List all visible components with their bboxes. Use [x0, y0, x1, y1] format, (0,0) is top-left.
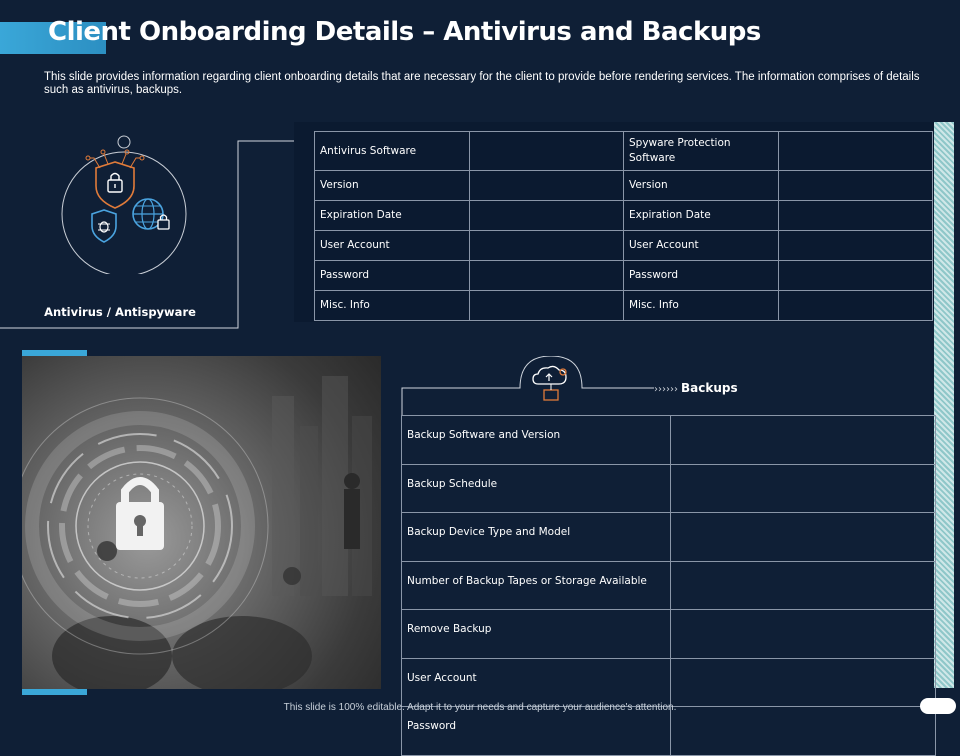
table-row: Password: [401, 706, 937, 756]
cloud-backup-icon: [532, 365, 567, 401]
table-cell-value[interactable]: [468, 230, 624, 261]
table-cell-label: Remove Backup: [401, 609, 671, 659]
table-cell-label: Antivirus Software: [314, 131, 470, 171]
table-row: Backup Schedule: [401, 463, 937, 513]
table-cell-label: Backup Schedule: [401, 463, 671, 513]
table-cell-value[interactable]: [468, 200, 624, 231]
table-row: Misc. Info Misc. Info: [314, 290, 934, 321]
table-cell-value[interactable]: [468, 260, 624, 291]
table-cell-value[interactable]: [468, 170, 624, 201]
footer-note: This slide is 100% editable. Adapt it to…: [283, 702, 677, 713]
table-cell-value[interactable]: [669, 415, 937, 465]
table-row: Version Version: [314, 170, 934, 201]
table-row: Password Password: [314, 260, 934, 291]
page-title: Client Onboarding Details – Antivirus an…: [48, 17, 761, 47]
table-cell-value[interactable]: [777, 260, 934, 291]
table-row: Remove Backup: [401, 609, 937, 659]
table-cell-label: Password: [314, 260, 470, 291]
table-cell-label: Version: [622, 170, 779, 201]
table-cell-label: User Account: [622, 230, 779, 261]
table-row: Backup Device Type and Model: [401, 512, 937, 562]
table-cell-value[interactable]: [468, 131, 624, 171]
backups-header-graphic: ››››››: [401, 356, 678, 415]
antivirus-icon: [60, 134, 190, 277]
table-cell-label: Number of Backup Tapes or Storage Availa…: [401, 560, 671, 610]
table-row: User Account User Account: [314, 230, 934, 261]
table-row: Antivirus Software Spyware Protection So…: [314, 131, 934, 171]
svg-text:››››››: ››››››: [654, 384, 678, 395]
table-cell-value[interactable]: [669, 463, 937, 513]
table-row: Number of Backup Tapes or Storage Availa…: [401, 560, 937, 610]
table-cell-value[interactable]: [468, 290, 624, 321]
table-row: User Account: [401, 657, 937, 707]
table-cell-value[interactable]: [777, 131, 934, 171]
antivirus-label: Antivirus / Antispyware: [44, 305, 196, 319]
table-cell-label: Spyware Protection Software: [622, 131, 779, 171]
table-cell-value[interactable]: [669, 657, 937, 707]
image-accent-bottom: [22, 689, 87, 695]
table-cell-value[interactable]: [777, 200, 934, 231]
table-cell-label: User Account: [401, 657, 671, 707]
table-cell-label: Expiration Date: [622, 200, 779, 231]
antivirus-table: Antivirus Software Spyware Protection So…: [314, 131, 934, 321]
table-cell-value[interactable]: [777, 290, 934, 321]
table-row: Expiration Date Expiration Date: [314, 200, 934, 231]
table-cell-value[interactable]: [777, 170, 934, 201]
security-image: [22, 356, 381, 689]
table-cell-label: Misc. Info: [314, 290, 470, 321]
table-cell-label: Backup Device Type and Model: [401, 512, 671, 562]
table-cell-value[interactable]: [777, 230, 934, 261]
table-cell-label: Backup Software and Version: [401, 415, 671, 465]
table-cell-value[interactable]: [669, 706, 937, 756]
page-description: This slide provides information regardin…: [44, 71, 920, 96]
table-row: Backup Software and Version: [401, 415, 937, 465]
backups-title: Backups: [681, 381, 738, 395]
decorative-pill: [920, 698, 956, 714]
table-cell-label: Expiration Date: [314, 200, 470, 231]
table-cell-label: Version: [314, 170, 470, 201]
table-cell-label: Misc. Info: [622, 290, 779, 321]
table-cell-label: Password: [622, 260, 779, 291]
table-cell-value[interactable]: [669, 609, 937, 659]
table-cell-value[interactable]: [669, 560, 937, 610]
table-cell-label: User Account: [314, 230, 470, 261]
table-cell-label: Password: [401, 706, 671, 756]
table-cell-value[interactable]: [669, 512, 937, 562]
